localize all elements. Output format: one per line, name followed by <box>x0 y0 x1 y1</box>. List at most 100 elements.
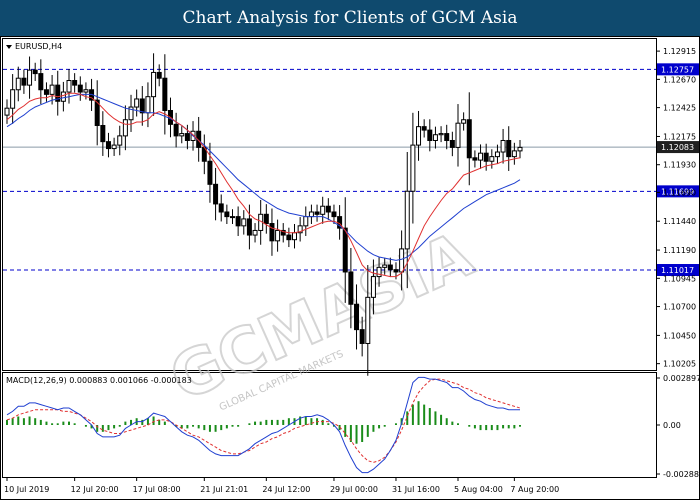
candle-body <box>365 296 371 344</box>
time-tick-label: 7 Aug 20:00 <box>510 485 559 494</box>
time-tick-label: 17 Jul 08:00 <box>133 485 181 494</box>
candle-body <box>399 248 405 273</box>
candle-body <box>427 129 433 141</box>
candle-body <box>421 126 427 131</box>
candle-body <box>494 151 500 158</box>
time-tick-label: 12 Jul 20:00 <box>71 485 119 494</box>
candle-body <box>370 276 376 298</box>
candle-body <box>303 216 309 227</box>
candle-body <box>455 122 461 148</box>
macd-tick-label: 0.00 <box>663 421 681 430</box>
time-tick-label: 21 Jul 21:01 <box>200 485 248 494</box>
candle-body <box>32 69 38 75</box>
price-tick-label: 1.12425 <box>663 104 696 113</box>
price-tick-label: 1.10700 <box>663 303 696 312</box>
candle-body <box>404 190 410 250</box>
time-tick-label: 29 Jul 00:00 <box>330 485 378 494</box>
candle-body <box>15 77 21 91</box>
candle-body <box>38 73 44 91</box>
banner-title: Chart Analysis for Clients of GCM Asia <box>182 8 518 28</box>
candle-body <box>275 229 281 242</box>
price-tick-label: 1.10450 <box>663 331 696 340</box>
candle-body <box>235 216 241 227</box>
candle-body <box>263 213 269 225</box>
candle-body <box>224 211 230 218</box>
candle-body <box>156 71 162 79</box>
candle-body <box>517 146 523 152</box>
candle-body <box>416 126 422 146</box>
candle-body <box>354 303 360 331</box>
candle-body <box>466 119 472 159</box>
price-tick-label: 1.11190 <box>663 246 696 255</box>
candle-body <box>348 271 354 305</box>
candle-body <box>27 69 33 86</box>
candle-body <box>60 91 66 102</box>
candle-body <box>500 139 506 153</box>
candle-body <box>229 216 235 219</box>
candle-body <box>387 264 393 271</box>
price-tick-label: 1.11440 <box>663 217 696 226</box>
candle-body <box>308 211 314 218</box>
candle-body <box>117 135 123 146</box>
candle-body <box>100 124 106 143</box>
chart-canvas: GCMASIA GLOBAL CAPITAL MARKETS EURUSD,H4… <box>0 36 700 500</box>
title-banner: Chart Analysis for Clients of GCM Asia <box>0 0 700 36</box>
time-tick-label: 10 Jul 2019 <box>4 485 49 494</box>
candle-body <box>4 107 10 116</box>
candle-body <box>478 152 484 161</box>
macd-tick-label: -0.002883 <box>663 470 700 479</box>
candle-body <box>292 232 298 241</box>
price-tick-label: 1.12915 <box>663 47 696 56</box>
candle-body <box>331 211 337 218</box>
candle-body <box>314 211 320 215</box>
level-tag-label: 1.12757 <box>661 65 694 74</box>
candle-body <box>342 227 348 273</box>
candle-body <box>10 89 16 109</box>
candle-body <box>151 71 157 98</box>
candle-body <box>145 96 151 114</box>
candle-body <box>269 223 275 242</box>
candle-body <box>139 98 145 114</box>
candle-body <box>122 119 128 137</box>
price-tick-label: 1.11690 <box>663 188 696 197</box>
candle-body <box>77 84 83 93</box>
candle-body <box>393 269 399 273</box>
candle-body <box>444 133 450 141</box>
candle-body <box>432 134 438 141</box>
candle-body <box>111 144 117 150</box>
candle-body <box>162 77 168 112</box>
candle-body <box>286 234 292 241</box>
chart-frame: Chart Analysis for Clients of GCM Asia G… <box>0 0 700 500</box>
price-tick-label: 1.10945 <box>663 274 696 283</box>
macd-header: MACD(12,26,9) 0.000883 0.001066 -0.00018… <box>6 376 192 385</box>
candle-body <box>449 139 455 148</box>
time-tick-label: 31 Jul 16:00 <box>392 485 440 494</box>
candle-body <box>410 144 416 192</box>
candle-body <box>483 152 489 162</box>
candle-body <box>134 98 140 108</box>
candle-body <box>213 183 219 205</box>
candle-body <box>105 141 111 150</box>
macd-tick-label: 0.002897 <box>663 374 700 383</box>
candle-body <box>511 150 517 158</box>
candle-body <box>83 89 89 93</box>
candle-body <box>252 229 258 236</box>
candle-body <box>325 205 331 213</box>
candle-body <box>179 133 185 137</box>
time-tick-label: 5 Aug 04:00 <box>454 485 503 494</box>
candle-body <box>241 218 247 227</box>
candle-body <box>184 133 190 141</box>
candle-body <box>218 203 224 213</box>
candle-body <box>382 264 388 268</box>
candle-body <box>376 266 382 278</box>
price-tick-label: 1.12670 <box>663 75 696 84</box>
candle-body <box>246 218 252 236</box>
candle-body <box>49 84 55 95</box>
price-tick-label: 1.10205 <box>663 360 696 369</box>
candle-body <box>438 133 444 136</box>
candle-body <box>43 89 49 95</box>
candle-body <box>21 77 27 86</box>
price-tick-label: 1.12175 <box>663 132 696 141</box>
candle-body <box>489 156 495 162</box>
candle-body <box>506 139 512 158</box>
